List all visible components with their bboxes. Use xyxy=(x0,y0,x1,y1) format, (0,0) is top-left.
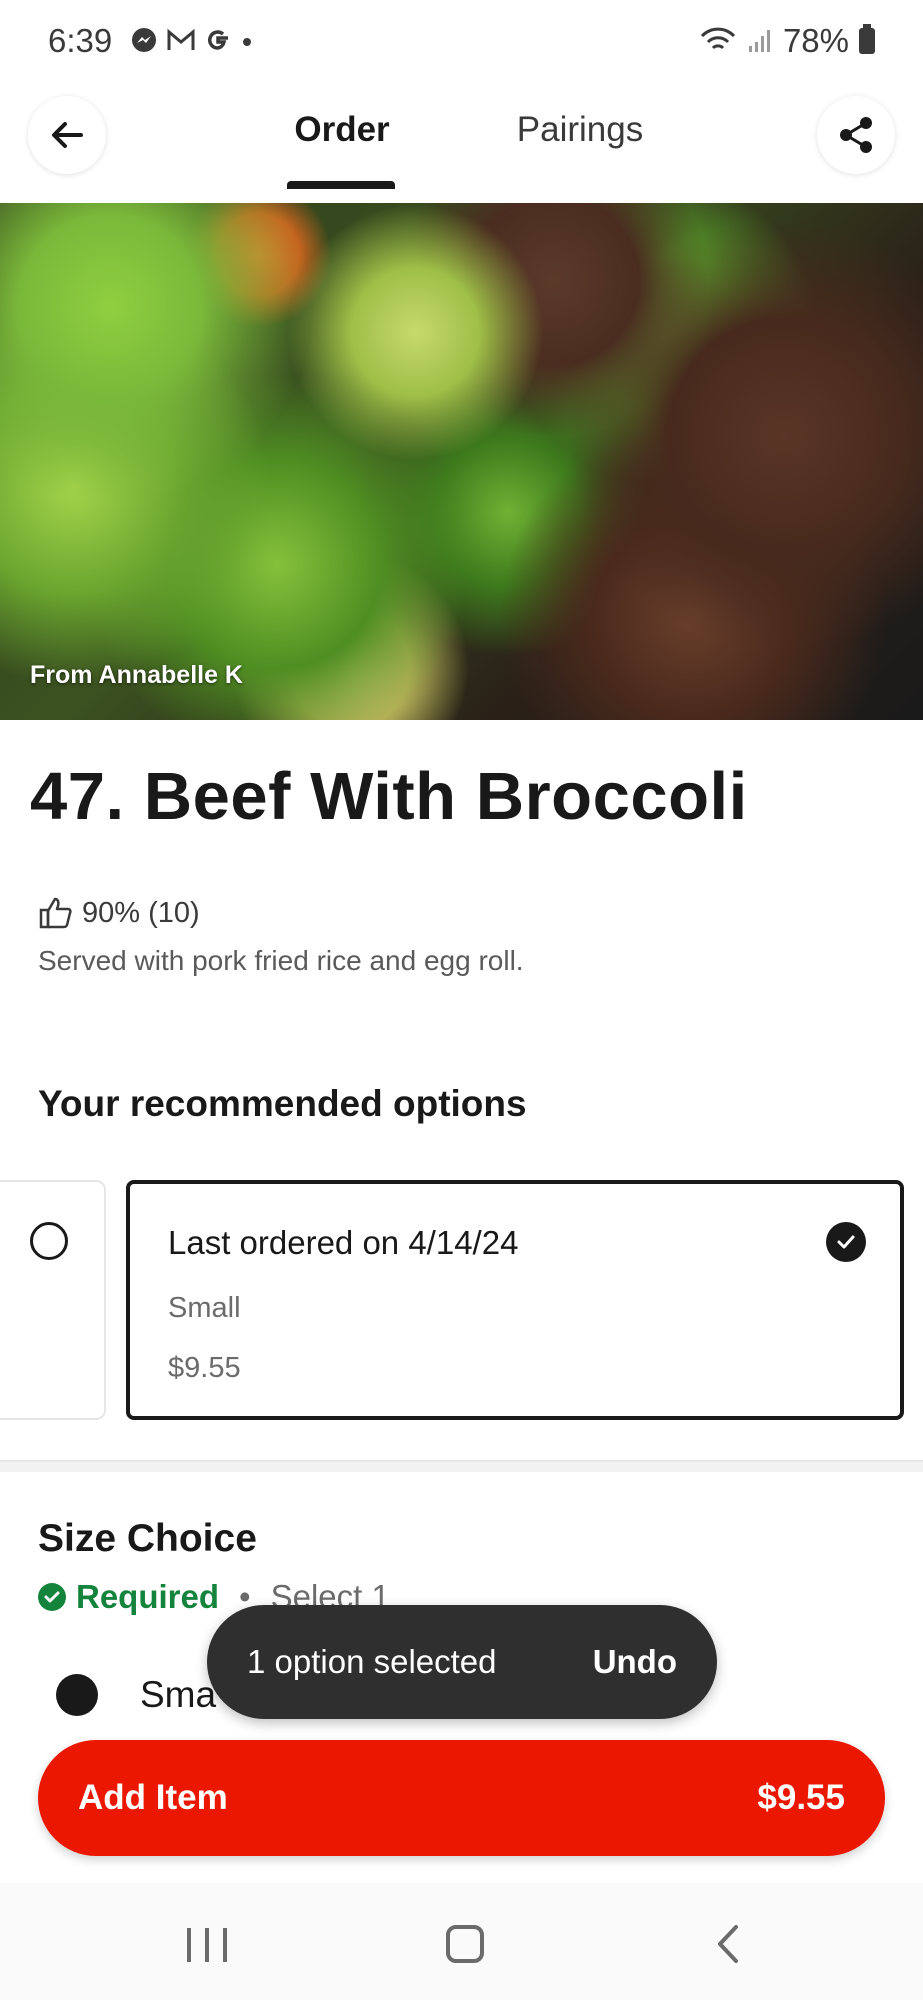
gmail-icon xyxy=(167,28,195,50)
signal-icon xyxy=(748,30,770,52)
active-tab-indicator xyxy=(287,181,395,189)
notification-icons xyxy=(130,26,254,54)
back-arrow-icon xyxy=(52,122,83,148)
google-icon xyxy=(208,30,228,50)
undo-button[interactable]: Undo xyxy=(593,1643,677,1681)
share-button[interactable] xyxy=(817,96,895,174)
size-option-small[interactable]: Sma xyxy=(56,1674,216,1716)
status-right: 78% xyxy=(699,22,875,60)
add-item-price: $9.55 xyxy=(757,1778,845,1817)
rating: 90% (10) xyxy=(38,896,200,930)
wifi-icon xyxy=(700,27,736,50)
recommended-title: Your recommended options xyxy=(38,1083,527,1124)
size-option-label: Sma xyxy=(140,1674,217,1715)
battery-icon xyxy=(859,24,875,54)
size-choice-title: Size Choice xyxy=(38,1517,257,1560)
back-button[interactable] xyxy=(28,96,106,174)
last-ordered-text: Last ordered on 4/14/24 xyxy=(168,1224,519,1261)
share-icon xyxy=(840,117,872,153)
messenger-icon xyxy=(132,28,156,52)
rating-text: 90% (10) xyxy=(82,896,200,929)
photo-credit: From Annabelle K xyxy=(30,661,243,689)
thumbs-up-icon xyxy=(39,897,72,929)
radio-selected[interactable] xyxy=(56,1674,98,1716)
card-size: Small xyxy=(168,1292,241,1324)
status-time: 6:39 xyxy=(48,22,113,59)
system-nav-bar xyxy=(0,1883,923,2000)
recent-apps-icon[interactable] xyxy=(187,1928,227,1962)
home-icon[interactable] xyxy=(446,1925,484,1963)
item-title: 47. Beef With Broccoli xyxy=(30,759,748,834)
item-description: Served with pork fried rice and egg roll… xyxy=(38,945,524,976)
snackbar-text: 1 option selected xyxy=(247,1643,497,1680)
add-item-button[interactable]: Add Item $9.55 xyxy=(38,1740,885,1856)
checkmark-icon xyxy=(826,1222,866,1262)
top-nav: Order Pairings xyxy=(0,88,923,203)
status-bar: 6:39 78% xyxy=(0,0,923,88)
add-item-label: Add Item xyxy=(78,1778,228,1817)
tab-order[interactable]: Order xyxy=(280,110,404,180)
snackbar: 1 option selected Undo xyxy=(207,1605,717,1719)
radio-unselected[interactable] xyxy=(30,1222,68,1260)
card-price: $9.55 xyxy=(168,1352,241,1384)
required-check-icon xyxy=(38,1583,66,1611)
section-divider xyxy=(0,1460,923,1472)
option-card-unselected[interactable] xyxy=(0,1180,106,1420)
dot-icon xyxy=(243,38,251,46)
required-label: Required xyxy=(76,1578,220,1615)
option-card-selected[interactable]: Last ordered on 4/14/24 Small $9.55 xyxy=(126,1180,904,1420)
tab-pairings[interactable]: Pairings xyxy=(505,110,655,180)
item-photo[interactable]: From Annabelle K xyxy=(0,203,923,720)
battery-percent: 78% xyxy=(782,22,849,59)
system-back-icon[interactable] xyxy=(712,1923,742,1965)
